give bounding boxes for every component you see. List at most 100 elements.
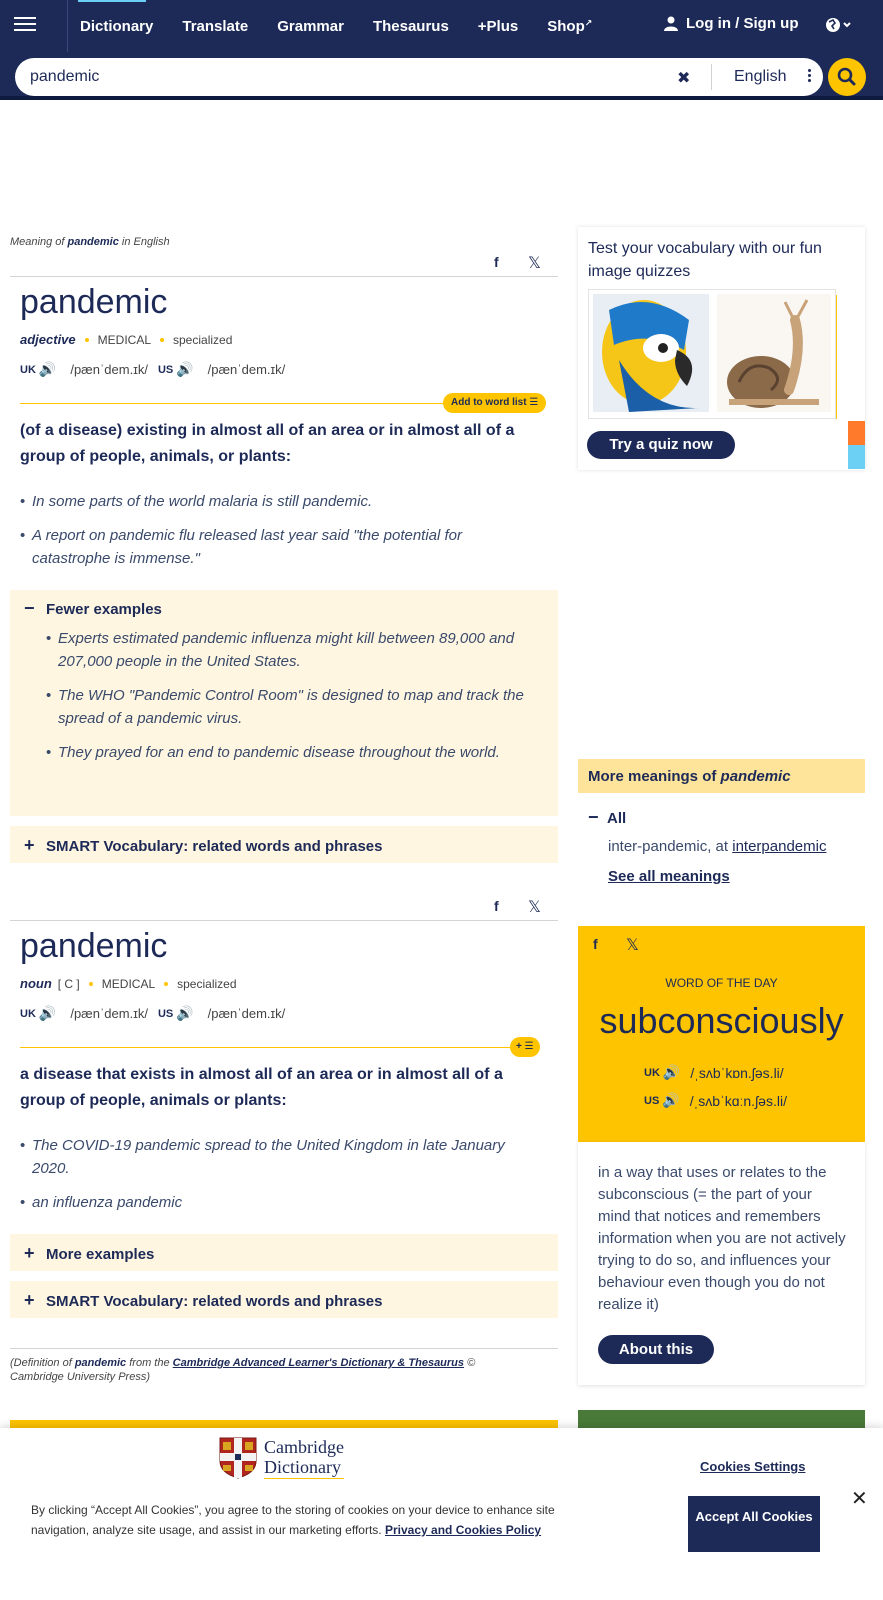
clear-icon[interactable]: ✖ <box>677 68 690 88</box>
word-of-the-day-word[interactable]: subconsciously <box>578 1000 865 1042</box>
nav-grammar[interactable]: Grammar <box>277 18 344 35</box>
footnote-divider <box>10 1348 558 1349</box>
interpandemic-link[interactable]: interpandemic <box>732 838 826 855</box>
uk-ipa: /ˌsʌbˈkɒn.ʃəs.li/ <box>690 1064 784 1081</box>
domain-label: MEDICAL <box>97 332 151 347</box>
about-this-button[interactable]: About this <box>598 1335 714 1364</box>
all-meanings-toggle[interactable]: − All <box>588 807 626 828</box>
ad-strip <box>10 1420 558 1428</box>
us-region-label: US <box>157 1007 174 1020</box>
speaker-icon[interactable]: 🔊 <box>176 361 193 378</box>
definition-divider <box>20 403 450 404</box>
see-all-meanings-link[interactable]: See all meanings <box>608 868 730 885</box>
smart-vocabulary-toggle[interactable]: + SMART Vocabulary: related words and phr… <box>24 835 382 856</box>
speaker-icon[interactable]: 🔊 <box>39 361 56 378</box>
brand-line1: Cambridge <box>264 1437 344 1457</box>
related-meaning: inter-pandemic, at interpandemic <box>608 838 826 855</box>
x-twitter-icon[interactable]: 𝕏 <box>528 253 541 273</box>
example-sentence: Experts estimated pandemic influenza mig… <box>46 627 526 673</box>
facebook-icon[interactable]: f <box>494 898 499 914</box>
headword: pandemic <box>20 283 168 321</box>
facebook-icon[interactable]: f <box>593 936 598 952</box>
plus-icon: + <box>24 835 35 855</box>
us-region-label: US <box>644 1094 660 1107</box>
minus-icon: − <box>24 598 35 618</box>
blog-image[interactable] <box>578 1410 865 1430</box>
uk-ipa: /pænˈdem.ɪk/ <box>70 362 148 377</box>
language-selector[interactable]: English <box>734 68 786 86</box>
main-nav: Dictionary Translate Grammar Thesaurus +… <box>77 0 621 52</box>
add-to-word-list-button[interactable]: Add to word list ☰ <box>443 393 547 413</box>
more-examples-toggle[interactable]: + More examples <box>24 1243 154 1264</box>
more-meanings-prefix: More meanings of <box>588 768 717 785</box>
feedback-tab-blue[interactable] <box>848 445 865 469</box>
dictionary-link[interactable]: Cambridge Advanced Learner's Dictionary … <box>173 1357 464 1369</box>
list-icon: ☰ <box>529 397 539 408</box>
pronunciation-line: UK 🔊 /pænˈdem.ɪk/ US 🔊 /pænˈdem.ɪk/ <box>20 1005 285 1022</box>
search-input[interactable] <box>30 58 650 96</box>
minus-icon: − <box>588 807 599 827</box>
definition: a disease that exists in almost all of a… <box>20 1066 503 1109</box>
separator-dot <box>84 337 89 342</box>
nav-shop[interactable]: Shop↗ <box>547 18 592 35</box>
speaker-icon[interactable]: 🔊 <box>663 1064 680 1081</box>
wotd-us-pronunciation: US 🔊 /ˌsʌbˈkɑːn.ʃəs.li/ <box>644 1092 787 1109</box>
list-icon: ☰ <box>524 1041 534 1052</box>
close-icon[interactable]: ✕ <box>851 1486 868 1511</box>
add-to-word-list-label: Add to word list <box>451 397 527 408</box>
more-vertical-icon[interactable] <box>808 69 812 84</box>
globe-icon[interactable] <box>825 16 851 37</box>
nav-translate[interactable]: Translate <box>182 18 248 35</box>
headword: pandemic <box>20 927 168 965</box>
source-prefix: (Definition of <box>10 1357 72 1369</box>
more-examples-panel[interactable]: + More examples <box>10 1234 558 1271</box>
nav-dictionary[interactable]: Dictionary <box>77 0 153 35</box>
menu-icon[interactable] <box>14 14 36 36</box>
nav-plus[interactable]: +Plus <box>478 18 518 35</box>
add-to-word-list-button[interactable]: + ☰ <box>510 1037 540 1057</box>
x-twitter-icon[interactable]: 𝕏 <box>528 897 541 917</box>
speaker-icon[interactable]: 🔊 <box>39 1005 56 1022</box>
facebook-icon[interactable]: f <box>494 254 499 270</box>
uk-region-label: UK <box>20 1007 36 1020</box>
cookie-message: By clicking “Accept All Cookies”, you ag… <box>31 1500 576 1540</box>
x-twitter-icon[interactable]: 𝕏 <box>626 935 639 955</box>
try-quiz-button[interactable]: Try a quiz now <box>587 431 735 459</box>
smart-vocabulary-toggle[interactable]: + SMART Vocabulary: related words and phr… <box>24 1290 382 1311</box>
brand-name: Cambridge Dictionary <box>264 1437 344 1479</box>
search-button[interactable] <box>828 58 866 96</box>
speaker-icon[interactable]: 🔊 <box>176 1005 193 1022</box>
nav-divider <box>67 0 68 52</box>
search-band: ✖ English <box>0 52 883 100</box>
cookie-banner: Cambridge Dictionary Cookies Settings ✕ … <box>0 1428 883 1600</box>
nav-thesaurus[interactable]: Thesaurus <box>373 18 449 35</box>
word-of-the-day-card: f 𝕏 WORD OF THE DAY subconsciously UK 🔊 … <box>578 926 865 1142</box>
part-of-speech: adjective <box>20 332 76 347</box>
example-sentence: In some parts of the world malaria is st… <box>20 490 540 513</box>
privacy-policy-link[interactable]: Privacy and Cookies Policy <box>385 1523 541 1537</box>
word-of-the-day-definition: in a way that uses or relates to the sub… <box>598 1164 846 1313</box>
source-from: from the <box>129 1357 170 1369</box>
login-label: Log in / Sign up <box>686 15 799 32</box>
smart-vocabulary-panel[interactable]: + SMART Vocabulary: related words and phr… <box>10 826 558 863</box>
more-meanings-header: More meanings of pandemic <box>578 759 865 793</box>
breadcrumb-prefix: Meaning of <box>10 236 65 248</box>
entry-divider <box>10 920 558 921</box>
search-box: ✖ English <box>15 58 823 96</box>
accept-all-cookies-button[interactable]: Accept All Cookies <box>688 1496 820 1552</box>
cookies-settings-link[interactable]: Cookies Settings <box>700 1459 805 1474</box>
speaker-icon[interactable]: 🔊 <box>662 1092 679 1109</box>
language-divider <box>711 64 712 90</box>
plus-icon: + <box>24 1290 35 1310</box>
example-sentence: The COVID-19 pandemic spread to the Unit… <box>20 1134 540 1180</box>
login-button[interactable]: Log in / Sign up <box>664 15 798 32</box>
fewer-examples-toggle[interactable]: − Fewer examples <box>24 598 162 619</box>
us-ipa: /pænˈdem.ɪk/ <box>207 362 286 377</box>
example-sentence: They prayed for an end to pandemic disea… <box>46 741 526 764</box>
add-icon: + <box>516 1041 522 1052</box>
smart-vocabulary-panel[interactable]: + SMART Vocabulary: related words and phr… <box>10 1281 558 1318</box>
quiz-image[interactable] <box>588 289 836 419</box>
feedback-tab-orange[interactable] <box>848 421 865 445</box>
parrot-and-snail-image <box>593 294 831 412</box>
more-meanings-word: pandemic <box>720 768 791 785</box>
